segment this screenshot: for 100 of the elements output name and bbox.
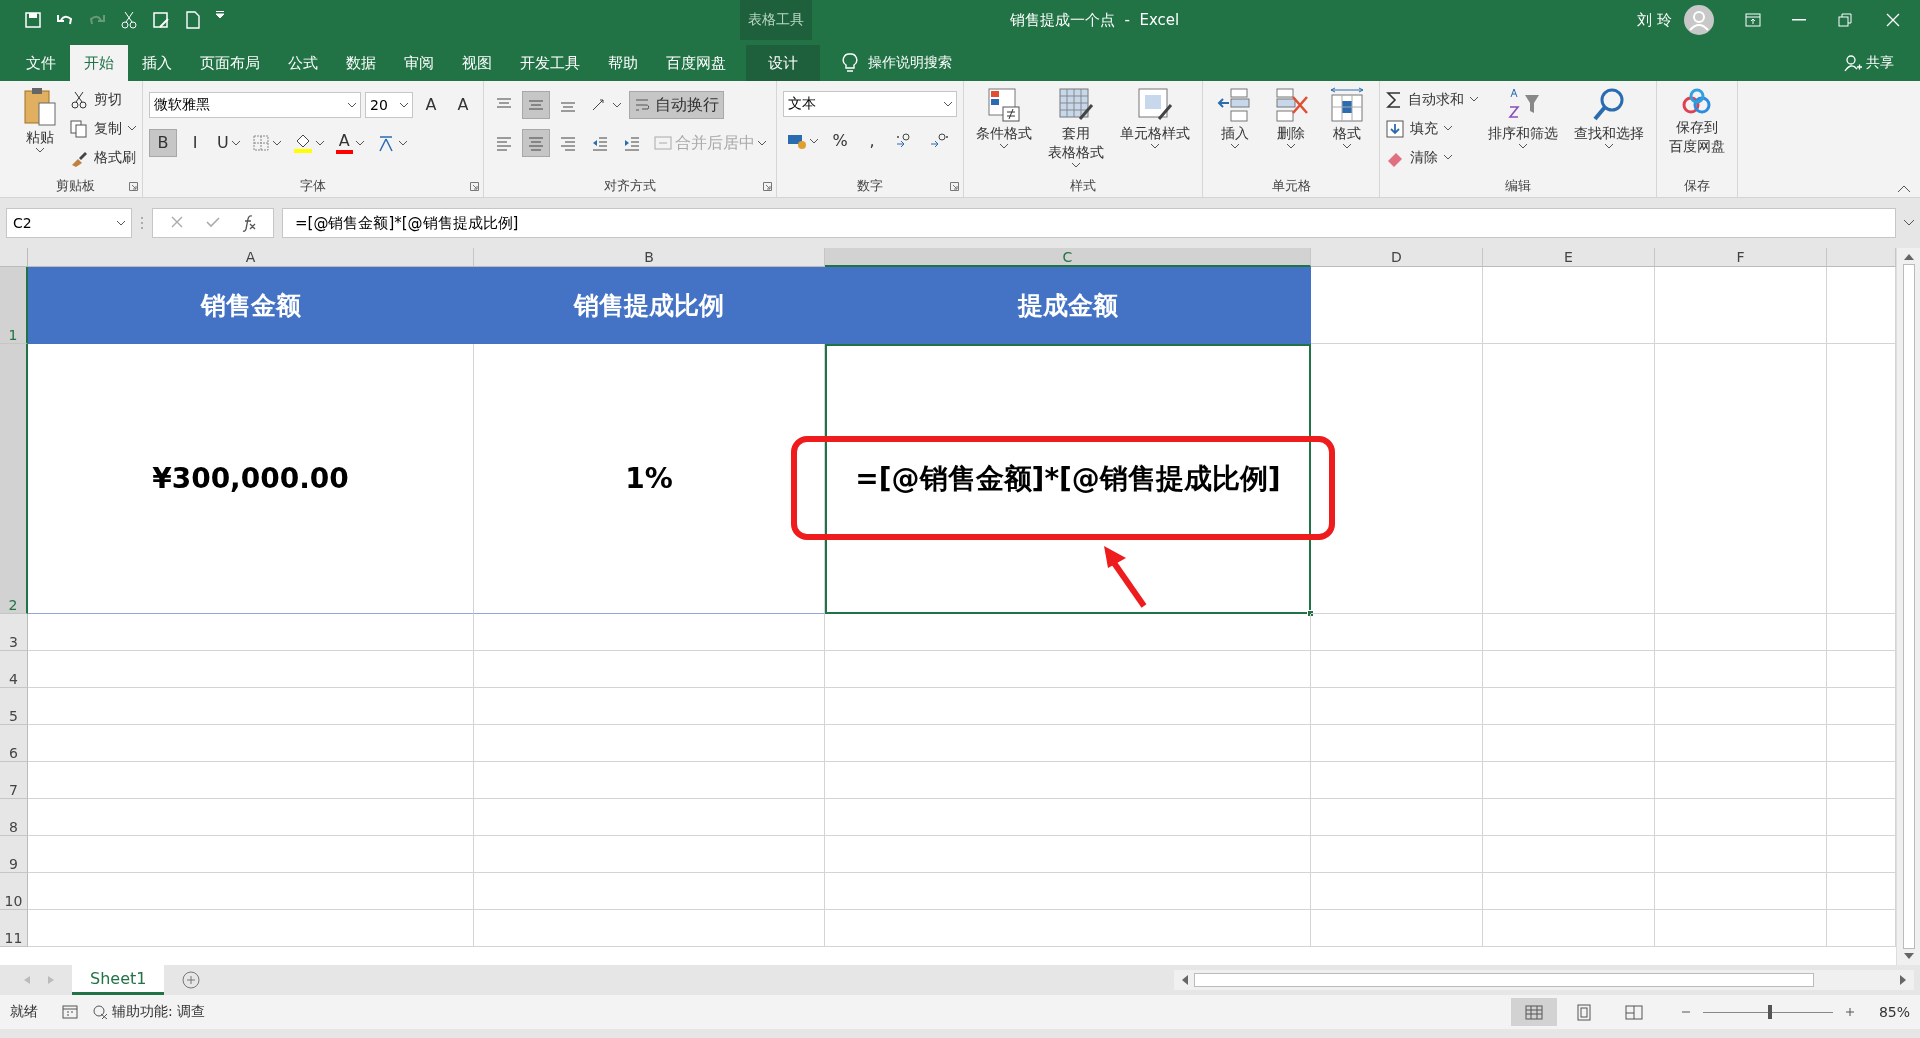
ribbon-button[interactable]: 自动换行 [629, 91, 724, 119]
table-cell[interactable] [1483, 762, 1655, 799]
ribbon-button[interactable]: 查找和选择 [1568, 85, 1650, 151]
sheet-tab[interactable]: Sheet1 [72, 965, 165, 995]
table-cell[interactable] [474, 688, 825, 725]
row-header[interactable]: 7 [0, 762, 28, 799]
table-cell[interactable] [1311, 267, 1483, 344]
save-button[interactable] [24, 11, 42, 29]
table-cell[interactable] [1483, 910, 1655, 947]
table-cell[interactable] [1655, 267, 1827, 344]
table-cell[interactable] [1311, 344, 1483, 614]
table-cell[interactable] [474, 836, 825, 873]
table-cell[interactable] [1483, 799, 1655, 836]
column-header[interactable]: E [1483, 248, 1655, 267]
row-header[interactable]: 3 [0, 614, 28, 651]
ribbon-button[interactable]: 格式刷 [70, 145, 136, 170]
table-cell[interactable] [1311, 725, 1483, 762]
ribbon-tab[interactable]: 页面布局 [186, 45, 274, 81]
table-cell[interactable] [1311, 614, 1483, 651]
column-header[interactable]: A [28, 248, 474, 267]
ribbon-tab[interactable]: 开发工具 [506, 45, 594, 81]
tell-me-search[interactable]: 操作说明搜索 [842, 45, 952, 81]
table-cell[interactable] [474, 614, 825, 651]
dropdown-field[interactable]: 20 [365, 92, 413, 118]
header-cell[interactable]: 销售金额 [28, 267, 474, 344]
table-cell[interactable] [1483, 836, 1655, 873]
ribbon-button[interactable]: 插入 [1209, 85, 1261, 151]
scroll-thumb[interactable] [1194, 973, 1814, 987]
ribbon-tab[interactable]: 审阅 [390, 45, 448, 81]
dialog-launcher-button[interactable] [763, 181, 772, 191]
table-cell[interactable] [1483, 688, 1655, 725]
ribbon-tab[interactable]: 公式 [274, 45, 332, 81]
table-cell[interactable] [1655, 344, 1827, 614]
close-button[interactable] [1884, 11, 1902, 29]
scissors-button[interactable] [120, 11, 138, 29]
dropdown-field[interactable]: 微软雅黑 [149, 92, 361, 118]
ribbon-tab[interactable]: 文件 [12, 45, 70, 81]
column-header[interactable]: F [1655, 248, 1827, 267]
table-cell[interactable] [1655, 910, 1827, 947]
ribbon-button[interactable]: 删除 [1265, 85, 1317, 151]
row-header[interactable]: 10 [0, 873, 28, 910]
table-cell[interactable] [1655, 873, 1827, 910]
table-cell[interactable] [1311, 651, 1483, 688]
table-cell[interactable] [825, 836, 1311, 873]
table-cell[interactable] [825, 873, 1311, 910]
table-cell[interactable] [474, 910, 825, 947]
ribbon-tab[interactable]: 插入 [128, 45, 186, 81]
table-cell[interactable] [825, 651, 1311, 688]
column-header[interactable]: B [474, 248, 825, 267]
ribbon-button[interactable]: 剪切 [70, 87, 136, 112]
table-cell[interactable] [1655, 614, 1827, 651]
table-cell[interactable] [825, 762, 1311, 799]
table-cell[interactable] [28, 688, 474, 725]
dialog-launcher-button[interactable] [950, 181, 959, 191]
dropdown-field[interactable]: 文本 [783, 91, 957, 117]
table-cell[interactable] [825, 688, 1311, 725]
table-cell[interactable] [825, 910, 1311, 947]
ribbon-tab[interactable]: 数据 [332, 45, 390, 81]
header-cell[interactable]: 提成金额 [825, 267, 1311, 344]
ribbon-button[interactable]: 套用 表格格式 [1042, 85, 1110, 170]
accessibility-button[interactable]: 辅助功能: 调查 [92, 1003, 206, 1021]
ribbon-button[interactable]: A [417, 91, 445, 119]
ribbon-tab[interactable]: 百度网盘 [652, 45, 740, 81]
ribbon-button[interactable]: 清除 [1386, 145, 1478, 170]
table-cell[interactable] [825, 725, 1311, 762]
table-cell[interactable] [28, 651, 474, 688]
header-cell[interactable]: 销售提成比例 [474, 267, 825, 344]
vertical-scrollbar[interactable] [1896, 248, 1920, 965]
row-header[interactable]: 6 [0, 725, 28, 762]
table-cell[interactable] [825, 614, 1311, 651]
formula-field[interactable]: =[@销售金额]*[@销售提成比例] [282, 208, 1896, 238]
table-cell[interactable] [28, 799, 474, 836]
table-cell[interactable] [28, 614, 474, 651]
table-cell[interactable] [1655, 725, 1827, 762]
collapse-ribbon-button[interactable] [1898, 186, 1910, 193]
fill-handle[interactable] [1307, 610, 1314, 617]
table-cell[interactable] [1483, 267, 1655, 344]
ribbon-tab[interactable]: 帮助 [594, 45, 652, 81]
table-cell[interactable] [1655, 688, 1827, 725]
table-cell[interactable] [1655, 651, 1827, 688]
table-cell[interactable]: 1% [474, 344, 825, 614]
table-cell[interactable] [1483, 651, 1655, 688]
zoom-slider-thumb[interactable] [1767, 1005, 1772, 1019]
table-cell[interactable] [474, 762, 825, 799]
ribbon-button[interactable]: B [149, 129, 177, 157]
ribbon-button[interactable]: 填充 [1386, 116, 1478, 141]
select-all-button[interactable] [0, 248, 28, 267]
ribbon-button[interactable]: 单元格样式 [1114, 85, 1196, 151]
table-cell[interactable] [1483, 614, 1655, 651]
restore-button[interactable] [1836, 11, 1854, 29]
ribbon-button[interactable]: U [213, 129, 244, 157]
table-cell[interactable] [1483, 873, 1655, 910]
row-header[interactable]: 11 [0, 910, 28, 947]
table-cell[interactable] [474, 651, 825, 688]
share-button[interactable]: 共享 [1844, 45, 1920, 81]
ribbon-button[interactable]: 条件格式 [970, 85, 1038, 151]
ribbon-button[interactable]: % [826, 127, 854, 155]
row-header[interactable]: 4 [0, 651, 28, 688]
table-cell[interactable] [28, 910, 474, 947]
column-header[interactable]: D [1311, 248, 1483, 267]
